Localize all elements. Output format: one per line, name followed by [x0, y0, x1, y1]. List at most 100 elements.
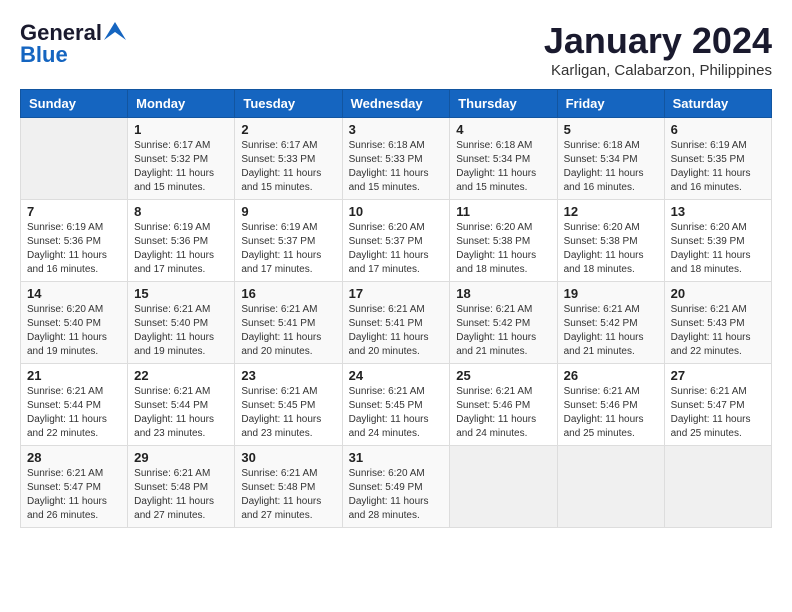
day-number: 17: [349, 286, 444, 301]
calendar-cell: [557, 446, 664, 528]
day-info: Sunrise: 6:21 AM Sunset: 5:47 PM Dayligh…: [671, 385, 765, 441]
day-info: Sunrise: 6:21 AM Sunset: 5:43 PM Dayligh…: [671, 303, 765, 359]
day-number: 24: [349, 368, 444, 383]
day-info: Sunrise: 6:20 AM Sunset: 5:49 PM Dayligh…: [349, 467, 444, 523]
logo-blue: Blue: [20, 42, 68, 68]
month-title: January 2024: [544, 20, 772, 62]
day-info: Sunrise: 6:21 AM Sunset: 5:48 PM Dayligh…: [134, 467, 228, 523]
calendar-cell: 21 Sunrise: 6:21 AM Sunset: 5:44 PM Dayli…: [21, 364, 128, 446]
week-row-1: 1Sunrise: 6:17 AM Sunset: 5:32 PM Daylig…: [21, 118, 772, 200]
weekday-header-wednesday: Wednesday: [342, 90, 450, 118]
day-info: Sunrise: 6:21 AM Sunset: 5:46 PM Dayligh…: [564, 385, 658, 441]
location-label: Karligan, Calabarzon, Philippines: [544, 62, 772, 79]
day-info: Sunrise: 6:18 AM Sunset: 5:33 PM Dayligh…: [349, 139, 444, 195]
calendar-cell: 8 Sunrise: 6:19 AM Sunset: 5:36 PM Daylig…: [128, 200, 235, 282]
day-number: 21: [27, 368, 121, 383]
day-number: 13: [671, 204, 765, 219]
calendar-cell: 15Sunrise: 6:21 AM Sunset: 5:40 PM Dayli…: [128, 282, 235, 364]
day-number: 26: [564, 368, 658, 383]
calendar-cell: 20 Sunrise: 6:21 AM Sunset: 5:43 PM Dayli…: [664, 282, 771, 364]
day-number: 31: [349, 450, 444, 465]
day-info: Sunrise: 6:20 AM Sunset: 5:38 PM Dayligh…: [456, 221, 550, 277]
day-info: Sunrise: 6:21 AM Sunset: 5:41 PM Dayligh…: [349, 303, 444, 359]
day-number: 23: [241, 368, 335, 383]
weekday-header-thursday: Thursday: [450, 90, 557, 118]
day-number: 27: [671, 368, 765, 383]
calendar-cell: 9 Sunrise: 6:19 AM Sunset: 5:37 PM Daylig…: [235, 200, 342, 282]
calendar-cell: 24 Sunrise: 6:21 AM Sunset: 5:45 PM Dayli…: [342, 364, 450, 446]
day-number: 9: [241, 204, 335, 219]
day-number: 5: [564, 122, 658, 137]
calendar-cell: 19Sunrise: 6:21 AM Sunset: 5:42 PM Dayli…: [557, 282, 664, 364]
calendar-table: SundayMondayTuesdayWednesdayThursdayFrid…: [20, 89, 772, 528]
day-info: Sunrise: 6:21 AM Sunset: 5:44 PM Dayligh…: [27, 385, 121, 441]
day-number: 18: [456, 286, 550, 301]
calendar-cell: 3Sunrise: 6:18 AM Sunset: 5:33 PM Daylig…: [342, 118, 450, 200]
day-info: Sunrise: 6:18 AM Sunset: 5:34 PM Dayligh…: [456, 139, 550, 195]
day-number: 11: [456, 204, 550, 219]
weekday-header-sunday: Sunday: [21, 90, 128, 118]
calendar-cell: 2Sunrise: 6:17 AM Sunset: 5:33 PM Daylig…: [235, 118, 342, 200]
day-number: 22: [134, 368, 228, 383]
calendar-cell: 16 Sunrise: 6:21 AM Sunset: 5:41 PM Dayli…: [235, 282, 342, 364]
calendar-cell: 25 Sunrise: 6:21 AM Sunset: 5:46 PM Dayli…: [450, 364, 557, 446]
calendar-cell: 22 Sunrise: 6:21 AM Sunset: 5:44 PM Dayli…: [128, 364, 235, 446]
day-number: 28: [27, 450, 121, 465]
day-number: 4: [456, 122, 550, 137]
weekday-header-saturday: Saturday: [664, 90, 771, 118]
logo: General Blue: [20, 20, 126, 68]
day-info: Sunrise: 6:21 AM Sunset: 5:42 PM Dayligh…: [456, 303, 550, 359]
calendar-cell: 29 Sunrise: 6:21 AM Sunset: 5:48 PM Dayli…: [128, 446, 235, 528]
calendar-cell: 14Sunrise: 6:20 AM Sunset: 5:40 PM Dayli…: [21, 282, 128, 364]
day-info: Sunrise: 6:18 AM Sunset: 5:34 PM Dayligh…: [564, 139, 658, 195]
day-info: Sunrise: 6:21 AM Sunset: 5:45 PM Dayligh…: [349, 385, 444, 441]
calendar-cell: 12 Sunrise: 6:20 AM Sunset: 5:38 PM Dayli…: [557, 200, 664, 282]
day-info: Sunrise: 6:17 AM Sunset: 5:33 PM Dayligh…: [241, 139, 335, 195]
day-number: 14: [27, 286, 121, 301]
day-number: 1: [134, 122, 228, 137]
week-row-3: 14Sunrise: 6:20 AM Sunset: 5:40 PM Dayli…: [21, 282, 772, 364]
calendar-cell: [664, 446, 771, 528]
calendar-cell: 17 Sunrise: 6:21 AM Sunset: 5:41 PM Dayli…: [342, 282, 450, 364]
day-info: Sunrise: 6:21 AM Sunset: 5:48 PM Dayligh…: [241, 467, 335, 523]
day-info: Sunrise: 6:21 AM Sunset: 5:46 PM Dayligh…: [456, 385, 550, 441]
logo-bird-icon: [104, 22, 126, 40]
day-info: Sunrise: 6:21 AM Sunset: 5:41 PM Dayligh…: [241, 303, 335, 359]
calendar-cell: 1Sunrise: 6:17 AM Sunset: 5:32 PM Daylig…: [128, 118, 235, 200]
day-info: Sunrise: 6:20 AM Sunset: 5:37 PM Dayligh…: [349, 221, 444, 277]
day-info: Sunrise: 6:19 AM Sunset: 5:36 PM Dayligh…: [27, 221, 121, 277]
page-header: General Blue January 2024 Karligan, Cala…: [20, 20, 772, 79]
day-number: 25: [456, 368, 550, 383]
day-number: 30: [241, 450, 335, 465]
calendar-cell: 13Sunrise: 6:20 AM Sunset: 5:39 PM Dayli…: [664, 200, 771, 282]
day-info: Sunrise: 6:19 AM Sunset: 5:35 PM Dayligh…: [671, 139, 765, 195]
calendar-cell: 18 Sunrise: 6:21 AM Sunset: 5:42 PM Dayli…: [450, 282, 557, 364]
day-number: 16: [241, 286, 335, 301]
calendar-cell: 23Sunrise: 6:21 AM Sunset: 5:45 PM Dayli…: [235, 364, 342, 446]
day-number: 12: [564, 204, 658, 219]
day-info: Sunrise: 6:20 AM Sunset: 5:38 PM Dayligh…: [564, 221, 658, 277]
day-info: Sunrise: 6:19 AM Sunset: 5:36 PM Dayligh…: [134, 221, 228, 277]
calendar-cell: 4 Sunrise: 6:18 AM Sunset: 5:34 PM Daylig…: [450, 118, 557, 200]
weekday-header-monday: Monday: [128, 90, 235, 118]
day-info: Sunrise: 6:21 AM Sunset: 5:42 PM Dayligh…: [564, 303, 658, 359]
calendar-cell: 27 Sunrise: 6:21 AM Sunset: 5:47 PM Dayli…: [664, 364, 771, 446]
day-number: 20: [671, 286, 765, 301]
title-section: January 2024 Karligan, Calabarzon, Phili…: [544, 20, 772, 79]
calendar-cell: 6Sunrise: 6:19 AM Sunset: 5:35 PM Daylig…: [664, 118, 771, 200]
day-info: Sunrise: 6:21 AM Sunset: 5:44 PM Dayligh…: [134, 385, 228, 441]
weekday-header-friday: Friday: [557, 90, 664, 118]
weekday-header-row: SundayMondayTuesdayWednesdayThursdayFrid…: [21, 90, 772, 118]
week-row-5: 28 Sunrise: 6:21 AM Sunset: 5:47 PM Dayli…: [21, 446, 772, 528]
day-number: 29: [134, 450, 228, 465]
day-number: 10: [349, 204, 444, 219]
week-row-2: 7 Sunrise: 6:19 AM Sunset: 5:36 PM Daylig…: [21, 200, 772, 282]
day-info: Sunrise: 6:21 AM Sunset: 5:47 PM Dayligh…: [27, 467, 121, 523]
calendar-cell: 30 Sunrise: 6:21 AM Sunset: 5:48 PM Dayli…: [235, 446, 342, 528]
day-number: 7: [27, 204, 121, 219]
calendar-cell: 28 Sunrise: 6:21 AM Sunset: 5:47 PM Dayli…: [21, 446, 128, 528]
day-info: Sunrise: 6:19 AM Sunset: 5:37 PM Dayligh…: [241, 221, 335, 277]
day-number: 8: [134, 204, 228, 219]
calendar-cell: 10 Sunrise: 6:20 AM Sunset: 5:37 PM Dayli…: [342, 200, 450, 282]
calendar-cell: [21, 118, 128, 200]
